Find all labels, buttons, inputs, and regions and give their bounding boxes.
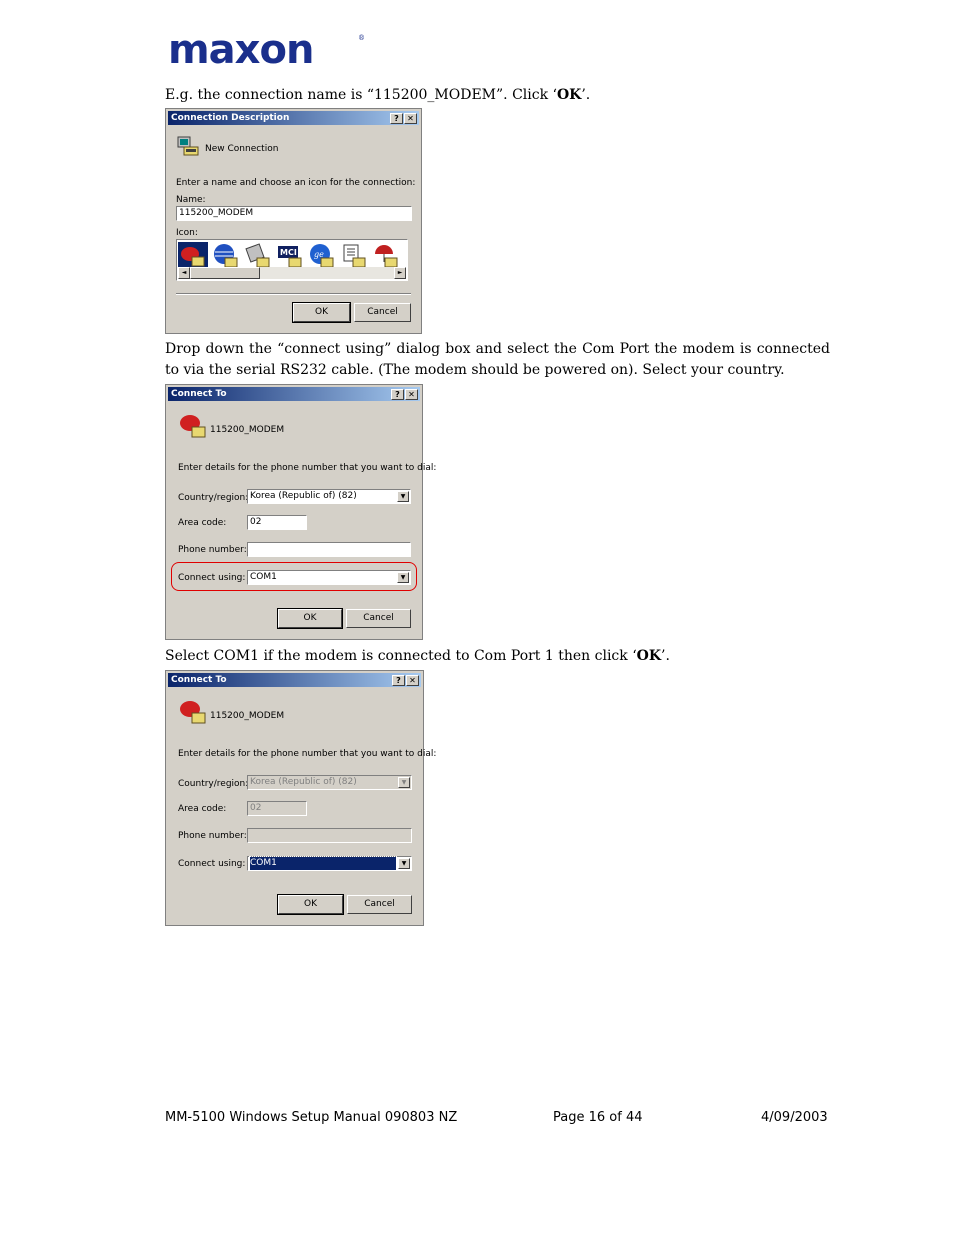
connect-using-highlight <box>171 562 417 591</box>
connect-to-dialog: Connect To ? ✕ 115200_MODEM Enter detail… <box>165 384 436 640</box>
umbrella-phone-icon[interactable] <box>371 242 407 270</box>
footer-page-number: Page 16 of 44 <box>553 1110 643 1125</box>
chevron-down-icon[interactable]: ▼ <box>397 491 409 502</box>
close-button[interactable]: ✕ <box>405 389 418 400</box>
chevron-down-icon: ▼ <box>398 777 410 788</box>
red-phone-icon[interactable] <box>178 242 208 270</box>
dialog-heading: New Connection <box>205 144 279 154</box>
connection-description-dialog: Connection Description ? ✕ New Connectio… <box>165 108 422 334</box>
close-button[interactable]: ✕ <box>404 113 417 124</box>
country-label: Country/region: <box>178 779 249 789</box>
separator <box>176 293 411 295</box>
maxon-logo: maxon ® <box>168 30 368 70</box>
dialog-titlebar: Connection Description ? ✕ <box>168 111 419 125</box>
area-code-label: Area code: <box>178 518 227 528</box>
document-phone-icon[interactable] <box>339 242 369 270</box>
help-button[interactable]: ? <box>390 113 403 124</box>
area-code-input[interactable]: 02 <box>247 515 307 530</box>
icon-label: Icon: <box>176 228 198 238</box>
scroll-thumb[interactable] <box>190 267 260 279</box>
instruction-text: Enter a name and choose an icon for the … <box>176 178 416 188</box>
icon-scrollbar[interactable]: ◄ ► <box>178 267 406 279</box>
scroll-right-icon[interactable]: ► <box>394 267 406 279</box>
connection-name: 115200_MODEM <box>210 425 285 435</box>
svg-text:MCI: MCI <box>280 248 297 257</box>
instruction-text: Enter details for the phone number that … <box>178 463 437 473</box>
instruction-paragraph-1: E.g. the connection name is “115200_MODE… <box>165 87 591 103</box>
keypad-phone-icon[interactable] <box>243 242 273 270</box>
connect-using-select[interactable]: COM1 ▼ <box>247 856 412 871</box>
icon-list[interactable]: MCI ge ◄ ► <box>176 239 408 281</box>
red-phone-icon <box>180 701 206 724</box>
name-input[interactable]: 115200_MODEM <box>176 206 412 221</box>
dialog-titlebar: Connect To ? ✕ <box>168 387 420 401</box>
dialog-titlebar: Connect To ? ✕ <box>168 673 421 687</box>
connect-to-dialog-com1: Connect To ? ✕ 115200_MODEM Enter detail… <box>165 670 436 926</box>
area-code-input: 02 <box>247 801 307 816</box>
name-label: Name: <box>176 195 206 205</box>
mci-icon[interactable]: MCI <box>275 242 305 270</box>
instruction-paragraph-3: Select COM1 if the modem is connected to… <box>165 648 670 664</box>
globe-icon[interactable] <box>211 242 241 270</box>
help-button[interactable]: ? <box>392 675 405 686</box>
instruction-text: Enter details for the phone number that … <box>178 749 437 759</box>
registered-mark: ® <box>358 34 365 42</box>
instruction-paragraph-2: Drop down the “connect using” dialog box… <box>165 341 830 378</box>
phone-number-input <box>247 828 412 843</box>
footer-date: 4/09/2003 <box>761 1110 828 1125</box>
country-select: Korea (Republic of) (82) ▼ <box>247 775 412 790</box>
cancel-button[interactable]: Cancel <box>346 609 411 628</box>
cancel-button[interactable]: Cancel <box>354 303 411 322</box>
close-button[interactable]: ✕ <box>406 675 419 686</box>
connection-name: 115200_MODEM <box>210 711 285 721</box>
connect-using-label: Connect using: <box>178 859 246 869</box>
ok-button[interactable]: OK <box>277 608 343 629</box>
ge-icon[interactable]: ge <box>307 242 337 270</box>
country-label: Country/region: <box>178 493 249 503</box>
phone-number-label: Phone number: <box>178 545 247 555</box>
new-connection-icon <box>177 136 199 156</box>
phone-number-label: Phone number: <box>178 831 247 841</box>
logo-wordmark: maxon <box>168 27 314 73</box>
red-phone-icon <box>180 415 206 438</box>
help-button[interactable]: ? <box>391 389 404 400</box>
footer-document-name: MM-5100 Windows Setup Manual 090803 NZ <box>165 1110 458 1125</box>
phone-number-input[interactable] <box>247 542 411 557</box>
ok-button[interactable]: OK <box>292 302 351 323</box>
chevron-down-icon[interactable]: ▼ <box>398 858 410 869</box>
country-select[interactable]: Korea (Republic of) (82) ▼ <box>247 489 411 504</box>
scroll-left-icon[interactable]: ◄ <box>178 267 190 279</box>
cancel-button[interactable]: Cancel <box>347 895 412 914</box>
area-code-label: Area code: <box>178 804 227 814</box>
ok-button[interactable]: OK <box>277 894 344 915</box>
